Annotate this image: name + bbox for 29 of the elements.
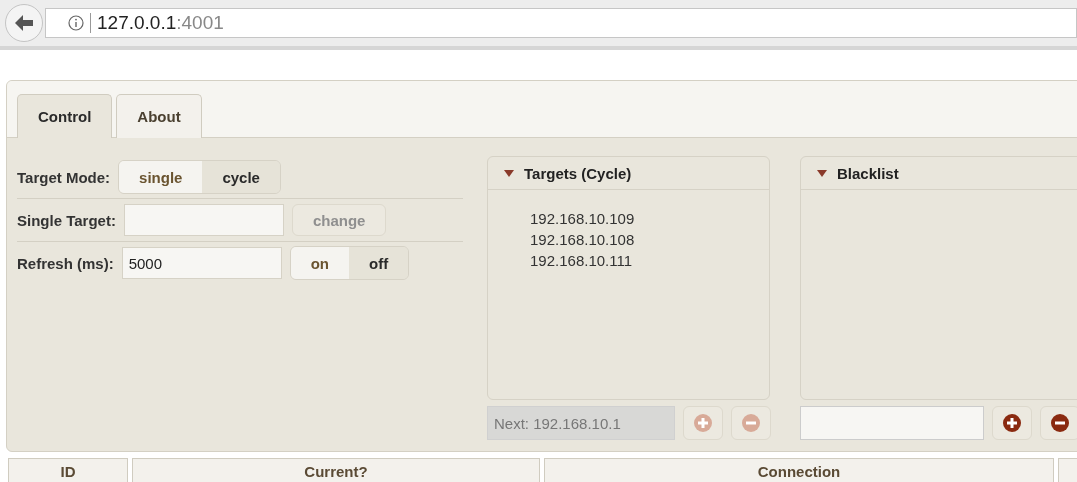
tab[interactable]: About xyxy=(116,94,202,138)
field-label: Single Target: xyxy=(17,211,116,229)
info-icon[interactable] xyxy=(68,15,84,31)
minus-icon xyxy=(1051,414,1069,432)
add-button[interactable] xyxy=(992,406,1032,440)
column-header[interactable]: Connection xyxy=(544,458,1054,482)
refresh-toggle[interactable]: on xyxy=(290,247,349,279)
mode-toggle[interactable]: single xyxy=(119,161,203,193)
minus-icon xyxy=(742,414,760,432)
field-label: Refresh (ms): xyxy=(17,254,114,272)
address-bar[interactable]: 127.0.0.1:4001 xyxy=(45,8,1077,38)
caret-down-icon[interactable] xyxy=(817,169,827,177)
panel-title: Targets (Cycle) xyxy=(524,164,632,182)
refresh-toggle[interactable]: off xyxy=(349,247,409,279)
back-button[interactable] xyxy=(5,4,43,42)
panel-title: Blacklist xyxy=(837,164,899,182)
mode-toggle[interactable]: cycle xyxy=(202,161,280,193)
remove-button[interactable] xyxy=(1040,406,1077,440)
plus-icon xyxy=(694,414,712,432)
column-header[interactable]: Current? xyxy=(132,458,540,482)
tab[interactable]: Control xyxy=(17,94,113,138)
back-arrow-icon xyxy=(15,15,33,31)
input-field[interactable]: 5000 xyxy=(121,247,282,279)
input-field[interactable] xyxy=(123,204,284,236)
field-label: Target Mode: xyxy=(17,168,111,186)
url-text: 127.0.0.1:4001 xyxy=(97,12,224,34)
plus-icon xyxy=(1003,414,1021,432)
column-header[interactable]: ID xyxy=(8,458,128,482)
input-field[interactable] xyxy=(800,406,984,440)
